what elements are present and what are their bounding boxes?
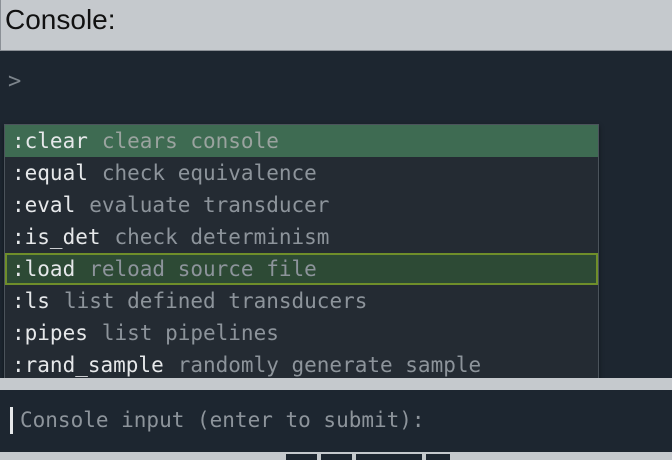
suggestion-description: clears console <box>101 129 279 153</box>
console-input[interactable]: Console input (enter to submit): <box>0 390 672 452</box>
text-cursor <box>10 407 13 434</box>
suggestion-rand-sample[interactable]: :rand_sample randomly generate sample <box>5 349 598 381</box>
suggestion-ls[interactable]: :ls list defined transducers <box>5 285 598 317</box>
prompt-symbol: > <box>8 69 22 94</box>
suggestion-command: :eval <box>12 193 76 217</box>
suggestion-description: reload source file <box>89 257 317 281</box>
suggestion-description: check equivalence <box>101 161 317 185</box>
suggestion-load[interactable]: :load reload source file <box>5 253 598 285</box>
suggestion-command: :load <box>12 257 76 281</box>
toolbar-button[interactable] <box>426 454 450 460</box>
suggestion-command: :clear <box>12 129 88 153</box>
suggestion-description: randomly generate sample <box>177 353 482 377</box>
command-suggestions: :clear clears console :equal check equival… <box>4 124 599 380</box>
suggestion-command: :equal <box>12 161 88 185</box>
divider <box>0 378 672 390</box>
toolbar-button[interactable] <box>321 454 352 460</box>
suggestion-clear[interactable]: :clear clears console <box>5 125 598 157</box>
suggestion-command: :ls <box>12 289 50 313</box>
console-input-placeholder: Console input (enter to submit): <box>20 408 425 432</box>
suggestion-eval[interactable]: :eval evaluate transducer <box>5 189 598 221</box>
suggestion-is-det[interactable]: :is_det check determinism <box>5 221 598 253</box>
suggestion-command: :is_det <box>12 225 101 249</box>
toolbar-button[interactable] <box>356 454 422 460</box>
suggestion-description: check determinism <box>114 225 330 249</box>
console-window: Console: > :clear clears console :equal ch… <box>0 0 672 460</box>
suggestion-description: list pipelines <box>101 321 279 345</box>
suggestion-description: evaluate transducer <box>89 193 330 217</box>
suggestion-description: list defined transducers <box>63 289 368 313</box>
suggestion-command: :rand_sample <box>12 353 164 377</box>
console-header: Console: <box>0 0 672 50</box>
suggestion-command: :pipes <box>12 321 88 345</box>
suggestion-equal[interactable]: :equal check equivalence <box>5 157 598 189</box>
toolbar-button[interactable] <box>286 454 317 460</box>
suggestion-pipes[interactable]: :pipes list pipelines <box>5 317 598 349</box>
console-title: Console: <box>5 4 116 35</box>
